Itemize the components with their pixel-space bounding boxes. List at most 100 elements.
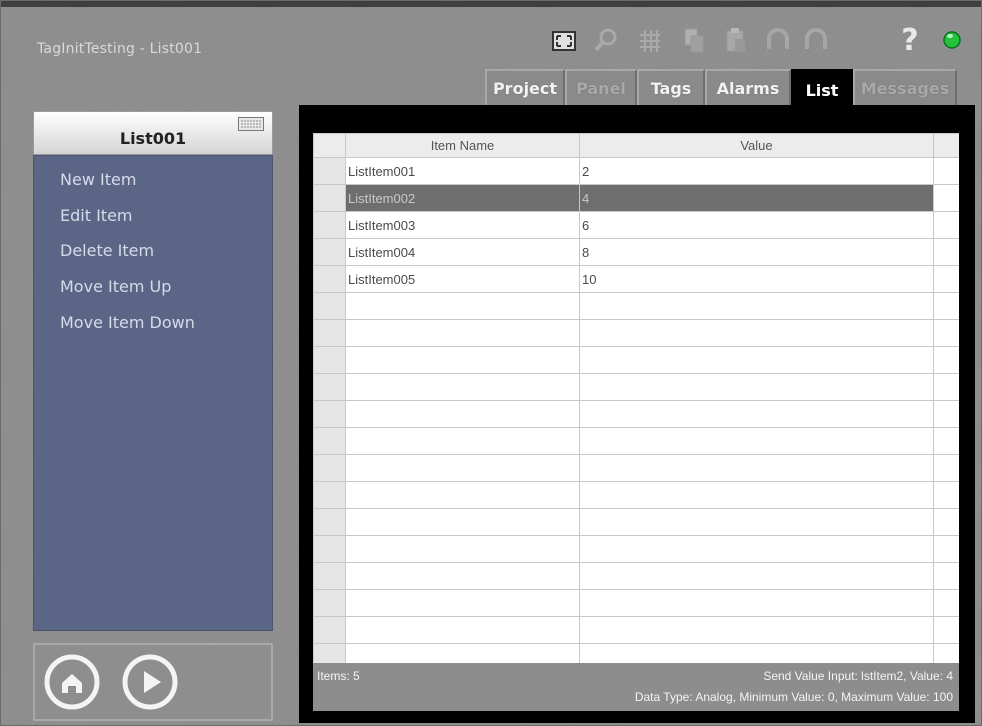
table-row[interactable] — [313, 643, 959, 663]
table-row[interactable] — [313, 400, 959, 428]
column-header-item-name[interactable]: Item Name — [345, 133, 580, 158]
item-name-cell[interactable] — [345, 292, 580, 320]
table-row[interactable] — [313, 481, 959, 509]
value-cell[interactable]: 4 — [579, 184, 934, 212]
tab-list[interactable]: List — [791, 69, 853, 109]
tab-messages[interactable]: Messages — [853, 69, 957, 105]
table-row[interactable] — [313, 346, 959, 374]
new-item-button[interactable]: New Item — [60, 170, 136, 189]
filler-cell — [933, 481, 959, 509]
value-cell[interactable] — [579, 427, 934, 455]
value-cell[interactable] — [579, 400, 934, 428]
value-cell[interactable] — [579, 643, 934, 663]
sidebar-title: List001 — [119, 128, 187, 148]
table-row[interactable] — [313, 319, 959, 347]
table-header-row: Item Name Value — [313, 133, 959, 158]
table-row[interactable] — [313, 616, 959, 644]
table-row[interactable] — [313, 535, 959, 563]
value-cell[interactable] — [579, 346, 934, 374]
table-row[interactable]: ListItem004 8 — [313, 238, 959, 266]
move-item-down-button[interactable]: Move Item Down — [60, 313, 195, 332]
row-header-cell — [313, 373, 346, 401]
value-cell[interactable] — [579, 616, 934, 644]
table-row[interactable]: ListItem002 4 — [313, 184, 959, 212]
tab-project[interactable]: Project — [485, 69, 565, 105]
row-header-cell — [313, 616, 346, 644]
row-header-cell — [313, 508, 346, 536]
table-row[interactable] — [313, 454, 959, 482]
item-name-cell[interactable]: ListItem005 — [345, 265, 580, 293]
value-cell[interactable]: 6 — [579, 211, 934, 239]
table-row[interactable] — [313, 373, 959, 401]
edit-item-button[interactable]: Edit Item — [60, 206, 133, 225]
fullscreen-icon[interactable] — [549, 25, 579, 57]
row-header-cell — [313, 184, 346, 212]
filler-cell — [933, 535, 959, 563]
table-row[interactable] — [313, 508, 959, 536]
move-item-up-button[interactable]: Move Item Up — [60, 277, 171, 296]
item-name-cell[interactable] — [345, 562, 580, 590]
list-table: Item Name Value ListItem001 2 ListItem002 4… — [313, 133, 959, 663]
tab-alarms[interactable]: Alarms — [705, 69, 791, 105]
item-name-cell[interactable] — [345, 373, 580, 401]
delete-item-button[interactable]: Delete Item — [60, 241, 154, 260]
help-icon[interactable]: ? — [895, 25, 925, 57]
item-name-cell[interactable] — [345, 508, 580, 536]
search-icon[interactable] — [591, 25, 621, 57]
row-header-cell — [313, 481, 346, 509]
row-header-cell — [313, 157, 346, 185]
value-cell[interactable] — [579, 508, 934, 536]
item-name-cell[interactable] — [345, 454, 580, 482]
filler-cell — [933, 211, 959, 239]
value-cell[interactable] — [579, 319, 934, 347]
item-name-cell[interactable] — [345, 589, 580, 617]
grid-icon[interactable] — [635, 25, 665, 57]
item-name-cell[interactable] — [345, 481, 580, 509]
value-cell[interactable] — [579, 292, 934, 320]
value-cell[interactable]: 8 — [579, 238, 934, 266]
value-cell[interactable] — [579, 454, 934, 482]
filler-cell — [933, 373, 959, 401]
item-name-cell[interactable] — [345, 616, 580, 644]
table-row[interactable] — [313, 427, 959, 455]
filler-cell — [933, 616, 959, 644]
value-cell[interactable] — [579, 535, 934, 563]
row-header-cell — [313, 319, 346, 347]
value-cell[interactable]: 2 — [579, 157, 934, 185]
table-row[interactable]: ListItem005 10 — [313, 265, 959, 293]
column-header-filler — [933, 133, 959, 158]
item-name-cell[interactable] — [345, 535, 580, 563]
row-header-cell — [313, 346, 346, 374]
tab-panel[interactable]: Panel — [565, 69, 637, 105]
undo-icon[interactable] — [763, 25, 793, 57]
item-name-cell[interactable] — [345, 319, 580, 347]
home-icon[interactable] — [43, 653, 101, 711]
value-cell[interactable] — [579, 589, 934, 617]
value-cell[interactable]: 10 — [579, 265, 934, 293]
value-cell[interactable] — [579, 562, 934, 590]
item-name-cell[interactable] — [345, 400, 580, 428]
keyboard-icon[interactable] — [238, 116, 264, 131]
value-cell[interactable] — [579, 373, 934, 401]
toolbar: ? — [549, 25, 975, 61]
table-row[interactable]: ListItem001 2 — [313, 157, 959, 185]
play-icon[interactable] — [121, 653, 179, 711]
item-name-cell[interactable] — [345, 427, 580, 455]
value-cell[interactable] — [579, 481, 934, 509]
table-row[interactable]: ListItem003 6 — [313, 211, 959, 239]
table-row[interactable] — [313, 292, 959, 320]
filler-cell — [933, 319, 959, 347]
tab-tags[interactable]: Tags — [637, 69, 705, 105]
item-name-cell[interactable]: ListItem004 — [345, 238, 580, 266]
item-name-cell[interactable]: ListItem003 — [345, 211, 580, 239]
item-name-cell[interactable] — [345, 346, 580, 374]
column-header-value[interactable]: Value — [579, 133, 934, 158]
copy-icon[interactable] — [679, 25, 709, 57]
paste-icon[interactable] — [721, 25, 751, 57]
item-name-cell[interactable] — [345, 643, 580, 663]
table-row[interactable] — [313, 562, 959, 590]
redo-icon[interactable] — [801, 25, 831, 57]
table-row[interactable] — [313, 589, 959, 617]
item-name-cell[interactable]: ListItem001 — [345, 157, 580, 185]
item-name-cell[interactable]: ListItem002 — [345, 184, 580, 212]
